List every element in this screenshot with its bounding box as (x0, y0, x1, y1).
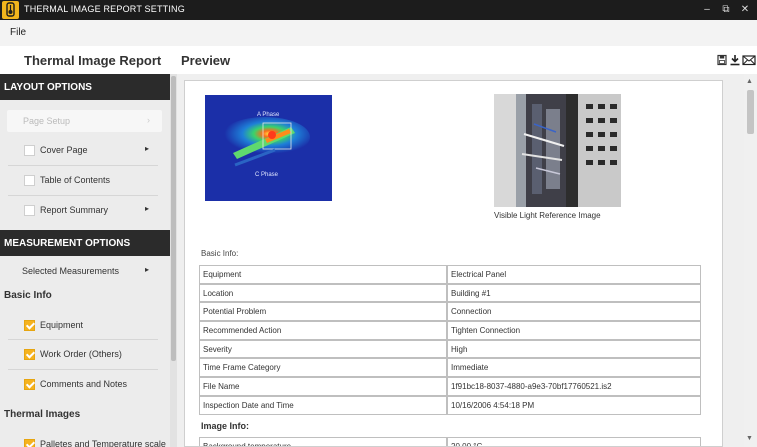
option-comments-notes[interactable]: Comments and Notes (0, 374, 170, 396)
table-cell: Building #1 (447, 283, 701, 303)
table-cell: Inspection Date and Time (199, 395, 447, 415)
table-row: Severity High (199, 339, 701, 359)
preview-title: Preview (181, 53, 231, 68)
options-sidebar: LAYOUT OPTIONS Page Setup › Cover Page ▸… (0, 74, 170, 447)
divider (8, 339, 158, 340)
table-cell: High (447, 339, 701, 359)
basic-info-label: Basic Info: (201, 249, 239, 258)
table-of-contents-label: Table of Contents (40, 175, 111, 185)
scroll-down-icon[interactable]: ▼ (746, 435, 753, 442)
option-report-summary[interactable]: Report Summary ▸ (0, 200, 170, 222)
table-row: Background temperature 20.00 °C (199, 437, 701, 446)
preview-scrollbar[interactable]: ▲ ▼ (744, 74, 757, 447)
table-row: Inspection Date and Time 10/16/2006 4:54:… (199, 395, 701, 415)
maximize-icon[interactable]: ⧉ (719, 3, 733, 17)
divider (8, 165, 158, 166)
image-info-label: Image Info: (201, 421, 250, 431)
menu-file[interactable]: File (10, 27, 26, 38)
report-summary-checkbox[interactable] (24, 205, 35, 216)
thermal-label-c: C Phase (255, 172, 279, 178)
mail-icon[interactable] (742, 54, 756, 66)
selected-measurements-item[interactable]: Selected Measurements ▸ (0, 261, 170, 283)
page-setup-button[interactable]: Page Setup › (7, 110, 162, 132)
option-equipment[interactable]: Equipment (0, 315, 170, 337)
save-icon[interactable] (716, 54, 728, 66)
preview-scrollbar-thumb[interactable] (747, 90, 754, 134)
table-row: File Name 1f91bc18-8037-4880-a9e3-70bf177… (199, 377, 701, 396)
app-logo-icon (2, 1, 19, 19)
comments-notes-checkbox[interactable] (24, 379, 35, 390)
table-cell: Severity (199, 339, 447, 359)
minimize-icon[interactable]: – (700, 3, 714, 17)
palettes-scale-label: Palletes and Temperature scale (40, 439, 166, 447)
divider (8, 195, 158, 196)
basic-info-heading: Basic Info (4, 290, 52, 301)
equipment-label: Equipment (40, 320, 84, 330)
table-cell: Potential Problem (199, 302, 447, 322)
visible-image-caption: Visible Light Reference Image (494, 211, 601, 220)
table-cell: 1f91bc18-8037-4880-a9e3-70bf17760521.is2 (447, 377, 701, 396)
table-row: Equipment Electrical Panel (199, 265, 701, 284)
layout-options-header: LAYOUT OPTIONS (0, 74, 170, 100)
sidebar-scrollbar[interactable] (170, 74, 177, 447)
table-row: Location Building #1 (199, 283, 701, 303)
report-summary-label: Report Summary (40, 205, 109, 215)
table-cell: Time Frame Category (199, 358, 447, 378)
option-cover-page[interactable]: Cover Page ▸ (0, 140, 170, 162)
page-setup-label: Page Setup (23, 116, 71, 126)
expand-arrow-icon[interactable]: ▸ (145, 265, 149, 274)
cover-page-checkbox[interactable] (24, 145, 35, 156)
option-palettes-scale[interactable]: Palletes and Temperature scale (0, 434, 170, 447)
table-cell: Immediate (447, 358, 701, 378)
table-cell: 10/16/2006 4:54:18 PM (447, 395, 701, 415)
table-cell: Background temperature (199, 437, 447, 446)
title-bar: THERMAL IMAGE REPORT SETTING – ⧉ ✕ (0, 0, 757, 20)
equipment-checkbox[interactable] (24, 320, 35, 331)
table-cell: Location (199, 283, 447, 303)
comments-notes-label: Comments and Notes (40, 379, 128, 389)
close-icon[interactable]: ✕ (738, 3, 752, 17)
expand-arrow-icon[interactable]: ▸ (145, 144, 149, 153)
table-row: Potential Problem Connection (199, 302, 701, 322)
download-icon[interactable] (729, 54, 741, 66)
palettes-scale-checkbox[interactable] (24, 439, 35, 447)
table-cell: Connection (447, 302, 701, 322)
sidebar-scrollbar-thumb[interactable] (171, 76, 176, 361)
measurement-options-header: MEASUREMENT OPTIONS (0, 230, 170, 256)
divider (8, 369, 158, 370)
image-info-table: Background temperature 20.00 °C (199, 437, 701, 446)
cover-page-label: Cover Page (40, 145, 88, 155)
thermal-label-a: A Phase (257, 112, 280, 118)
report-preview-page: A Phase C Phase Visible Light Reference … (184, 80, 723, 447)
table-cell: Recommended Action (199, 321, 447, 340)
table-of-contents-checkbox[interactable] (24, 175, 35, 186)
work-order-checkbox[interactable] (24, 349, 35, 360)
report-header: Thermal Image Report Preview (0, 46, 757, 74)
menu-bar: File (0, 20, 757, 46)
work-order-label: Work Order (Others) (40, 349, 122, 359)
basic-info-table: Equipment Electrical Panel Location Buildi… (199, 265, 701, 415)
option-work-order[interactable]: Work Order (Others) (0, 344, 170, 366)
window-title: THERMAL IMAGE REPORT SETTING (24, 4, 185, 14)
table-cell: Tighten Connection (447, 321, 701, 340)
thermal-images-heading: Thermal Images (4, 409, 81, 420)
table-cell: Equipment (199, 265, 447, 284)
table-cell: 20.00 °C (447, 437, 701, 446)
scroll-up-icon[interactable]: ▲ (746, 78, 753, 85)
table-row: Recommended Action Tighten Connection (199, 321, 701, 340)
expand-arrow-icon[interactable]: ▸ (145, 204, 149, 213)
visible-light-image (494, 94, 621, 207)
thermal-image: A Phase C Phase (205, 95, 332, 201)
table-cell: File Name (199, 377, 447, 396)
table-row: Time Frame Category Immediate (199, 358, 701, 378)
table-cell: Electrical Panel (447, 265, 701, 284)
option-table-of-contents[interactable]: Table of Contents (0, 170, 170, 192)
selected-measurements-label: Selected Measurements (22, 266, 120, 276)
chevron-right-icon: › (147, 115, 150, 125)
page-title: Thermal Image Report (24, 53, 162, 68)
